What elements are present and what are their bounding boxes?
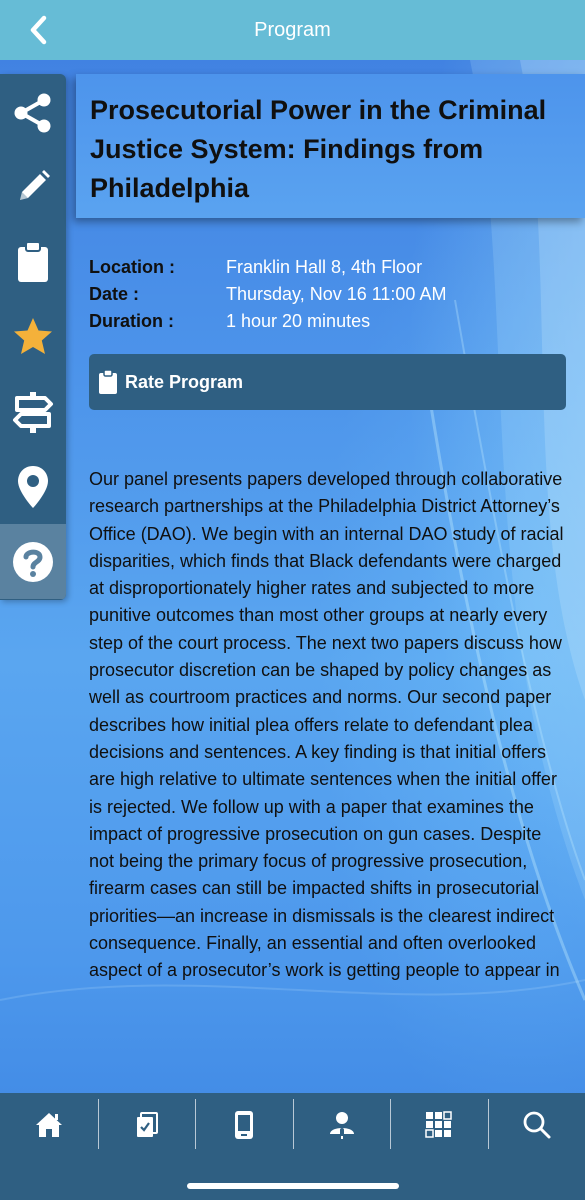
share-button[interactable] (0, 74, 66, 149)
pencil-icon (20, 169, 50, 200)
map-pin-icon (18, 465, 48, 508)
speaker-icon (329, 1112, 354, 1139)
rate-program-label: Rate Program (125, 371, 244, 392)
rate-program-button[interactable]: Rate Program (89, 354, 566, 410)
program-details: Location : Franklin Hall 8, 4th Floor Da… (89, 254, 569, 335)
page-title: Program (254, 18, 331, 41)
program-description: Our panel presents papers developed thro… (89, 469, 564, 981)
survey-button[interactable] (0, 224, 66, 299)
detail-label: Location : (89, 257, 175, 277)
program-title: Prosecutorial Power in the Criminal Just… (90, 95, 547, 203)
detail-value: Franklin Hall 8, 4th Floor (226, 257, 423, 277)
signpost-icon (13, 391, 53, 433)
documents-icon (136, 1112, 158, 1137)
back-button[interactable] (22, 14, 54, 46)
tab-home[interactable] (0, 1093, 97, 1157)
tab-documents[interactable] (98, 1093, 195, 1157)
detail-label: Duration : (89, 311, 174, 331)
detail-row-location: Location : Franklin Hall 8, 4th Floor (89, 254, 569, 281)
detail-row-duration: Duration : 1 hour 20 minutes (89, 308, 569, 335)
tab-apps[interactable] (390, 1093, 487, 1157)
detail-value: 1 hour 20 minutes (226, 311, 371, 331)
share-icon (14, 93, 51, 132)
nav-header: Program (0, 0, 585, 60)
detail-value: Thursday, Nov 16 11:00 AM (226, 284, 447, 304)
clipboard-icon (99, 369, 117, 394)
detail-row-date: Date : Thursday, Nov 16 11:00 AM (89, 281, 569, 308)
tab-search[interactable] (488, 1093, 585, 1157)
grid-apps-icon (424, 1111, 452, 1138)
search-icon (523, 1111, 550, 1139)
help-button[interactable] (0, 524, 66, 599)
tab-device[interactable] (195, 1093, 292, 1157)
help-icon (13, 541, 53, 582)
notes-button[interactable] (0, 149, 66, 224)
side-toolbar (0, 74, 66, 600)
program-title-card: Prosecutorial Power in the Criminal Just… (76, 74, 585, 218)
home-icon (35, 1113, 62, 1137)
home-indicator (187, 1183, 399, 1189)
mobile-device-icon (234, 1111, 253, 1139)
favorite-button[interactable] (0, 299, 66, 374)
tab-speakers[interactable] (293, 1093, 390, 1157)
detail-label: Date : (89, 284, 140, 304)
clipboard-icon (18, 240, 48, 282)
directions-button[interactable] (0, 374, 66, 449)
star-icon (14, 317, 52, 354)
location-button[interactable] (0, 449, 66, 524)
chevron-left-icon (30, 15, 47, 45)
